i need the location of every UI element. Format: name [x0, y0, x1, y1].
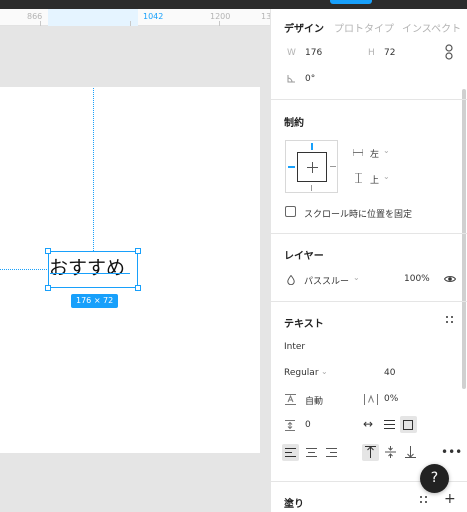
- chevron-down-icon[interactable]: ⌄: [321, 368, 328, 376]
- ruler-label: 13: [261, 12, 270, 21]
- letter-spacing-icon: [364, 394, 378, 405]
- active-toolbar-indicator: [330, 0, 372, 4]
- chevron-down-icon[interactable]: ⌄: [353, 274, 360, 282]
- divider: [271, 301, 467, 302]
- ruler-label-selected: 1042: [143, 12, 164, 21]
- selection-box[interactable]: [48, 251, 138, 288]
- constraint-left-active[interactable]: [288, 166, 295, 168]
- line-height-icon: [285, 394, 296, 405]
- fill-title: 塗り: [284, 499, 304, 510]
- line-height-input[interactable]: 自動: [305, 394, 323, 407]
- ruler-tick: [219, 21, 220, 26]
- ruler-label: 1200: [210, 12, 231, 21]
- font-size-input[interactable]: 40: [384, 368, 395, 378]
- horizontal-measure-guide: [0, 269, 47, 270]
- vertical-constraint-icon: [355, 173, 362, 183]
- panel-tabs: デザイン プロトタイプ インスペクト: [271, 9, 467, 39]
- align-bottom-icon[interactable]: [405, 446, 416, 458]
- canvas[interactable]: 866 1042 1200 13 おすすめ 176 × 72: [0, 9, 270, 512]
- help-button[interactable]: ?: [420, 464, 449, 493]
- resize-handle-bottom-right[interactable]: [135, 285, 141, 291]
- constraints-widget[interactable]: [285, 140, 338, 193]
- align-right-icon[interactable]: [326, 448, 337, 457]
- resize-handle-top-left[interactable]: [45, 248, 51, 254]
- fix-on-scroll-label: スクロール時に位置を固定: [304, 210, 413, 220]
- paragraph-spacing-icon: [285, 420, 295, 431]
- plus-icon: [312, 162, 313, 173]
- opacity-input[interactable]: 100%: [404, 274, 430, 284]
- align-top-icon: [365, 446, 376, 458]
- horizontal-constraint-icon: [353, 149, 363, 156]
- blend-mode-select[interactable]: パススルー: [304, 274, 349, 287]
- panel-scrollbar[interactable]: [462, 89, 466, 389]
- divider: [271, 233, 467, 234]
- font-weight-select[interactable]: Regular: [284, 368, 319, 378]
- ruler-selection-range: [48, 9, 138, 26]
- tab-inspect[interactable]: インスペクト: [402, 20, 461, 35]
- ruler-label: 866: [27, 12, 43, 21]
- ruler-tick: [40, 21, 41, 26]
- tab-design[interactable]: デザイン: [284, 20, 324, 35]
- more-options-icon[interactable]: •••: [441, 446, 462, 458]
- letter-spacing-input[interactable]: 0%: [384, 394, 398, 404]
- ruler-tick: [130, 21, 131, 26]
- visibility-eye-icon[interactable]: [444, 275, 456, 283]
- constraints-title: 制約: [284, 118, 304, 129]
- horizontal-constraint-select[interactable]: 左: [370, 147, 379, 160]
- chevron-down-icon[interactable]: ⌄: [383, 147, 390, 155]
- text-styles-grid-icon[interactable]: [446, 316, 454, 324]
- height-label: H: [368, 48, 375, 58]
- properties-panel: デザイン プロトタイプ インスペクト W 176 H 72 0° 制約 左 ⌄ …: [270, 9, 467, 512]
- vertical-constraint-select[interactable]: 上: [370, 173, 379, 186]
- tab-prototype[interactable]: プロトタイプ: [334, 20, 394, 35]
- rotation-icon: [287, 75, 295, 83]
- align-left-icon: [285, 448, 296, 457]
- font-family-select[interactable]: Inter: [284, 342, 305, 352]
- fix-on-scroll-checkbox[interactable]: [285, 206, 296, 217]
- auto-width-icon[interactable]: ↔: [363, 418, 373, 430]
- paragraph-spacing-input[interactable]: 0: [305, 420, 311, 430]
- top-toolbar: [0, 0, 467, 9]
- vertical-measure-guide: [93, 88, 94, 251]
- resize-handle-top-right[interactable]: [135, 248, 141, 254]
- selection-size-badge: 176 × 72: [71, 294, 119, 308]
- align-middle-icon[interactable]: [385, 446, 396, 458]
- auto-height-icon[interactable]: [384, 420, 395, 429]
- add-fill-plus-icon[interactable]: +: [444, 492, 456, 506]
- width-label: W: [287, 48, 296, 58]
- fill-styles-grid-icon[interactable]: [420, 496, 428, 504]
- divider: [271, 99, 467, 100]
- align-center-icon[interactable]: [306, 448, 317, 457]
- resize-handle-bottom-left[interactable]: [45, 285, 51, 291]
- layer-title: レイヤー: [284, 251, 324, 262]
- constraints-inner-box: [297, 152, 327, 182]
- chevron-down-icon[interactable]: ⌄: [383, 173, 390, 181]
- blend-mode-drop-icon: [287, 275, 295, 285]
- horizontal-ruler: 866 1042 1200 13: [0, 9, 270, 26]
- height-input[interactable]: 72: [384, 48, 395, 58]
- constraint-bottom[interactable]: [311, 185, 312, 191]
- constraint-right[interactable]: [330, 166, 336, 167]
- text-title: テキスト: [284, 319, 324, 330]
- constrain-proportions-icon[interactable]: [445, 44, 453, 60]
- fixed-size-icon: [403, 420, 413, 430]
- rotation-input[interactable]: 0°: [305, 74, 315, 84]
- constraint-top-active[interactable]: [311, 143, 313, 150]
- width-input[interactable]: 176: [305, 48, 322, 58]
